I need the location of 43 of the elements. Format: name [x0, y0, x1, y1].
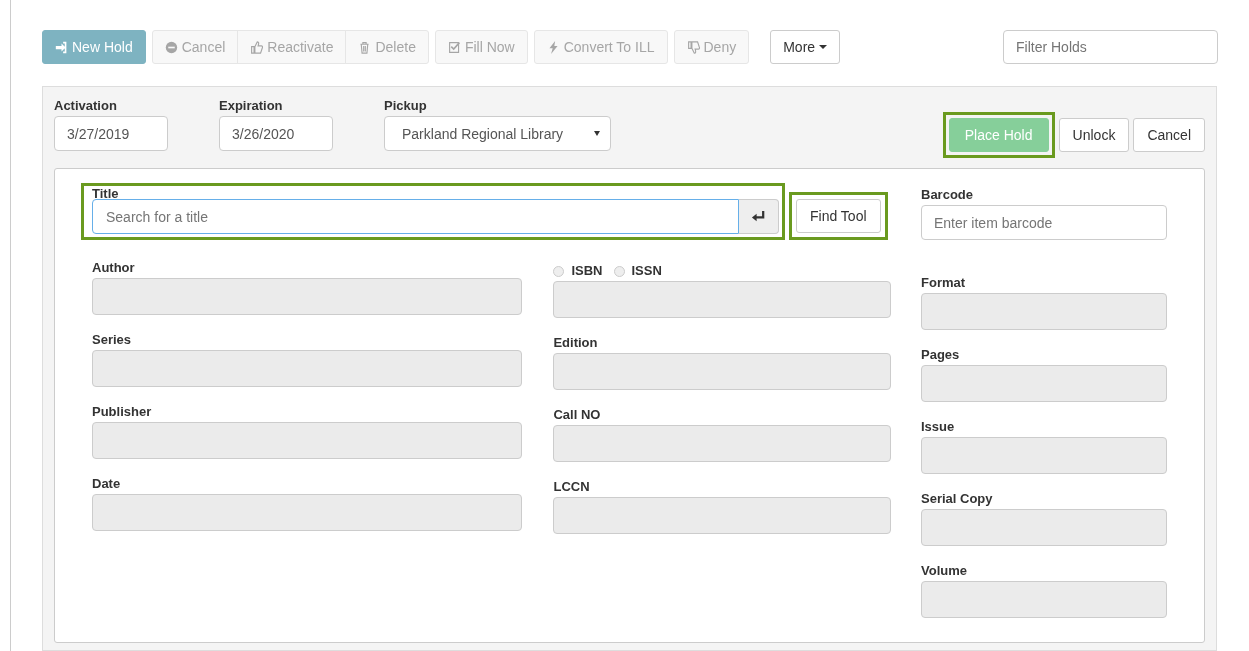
title-search-field[interactable]: Search for a title	[92, 199, 739, 234]
radio-button[interactable]	[613, 265, 625, 277]
field-label: Title	[92, 186, 120, 202]
filter-field[interactable]: Filter Holds	[1003, 30, 1218, 64]
dropdown-arrow-icon	[594, 131, 600, 136]
field-label: Pickup	[384, 98, 428, 114]
thumbs-down-icon	[686, 40, 700, 54]
field-label: LCCN	[553, 479, 591, 495]
pickup-select[interactable]: Parkland Regional Library	[384, 116, 611, 151]
field-label: Volume	[921, 563, 968, 579]
unlock-button[interactable]: Unlock	[1058, 118, 1130, 152]
enter-icon	[751, 209, 766, 224]
caret-icon	[819, 45, 828, 49]
find-tool-button[interactable]: Find Tool	[796, 199, 881, 233]
trash-icon	[358, 40, 372, 54]
field-label: Barcode	[921, 187, 975, 203]
field-label: Publisher	[92, 404, 153, 420]
radio-label: ISSN	[631, 263, 662, 279]
field-label: Expiration	[219, 98, 284, 114]
sign-in-icon	[55, 40, 68, 54]
checkbox-icon	[447, 40, 461, 54]
field-label: Call NO	[553, 407, 602, 423]
field-label: Edition	[553, 335, 599, 351]
field-label: Date	[92, 476, 122, 492]
thumbs-up-icon	[250, 40, 264, 54]
field-label: Issue	[921, 419, 956, 435]
more-dropdown-button[interactable]: More	[770, 30, 841, 64]
cancel-button[interactable]: Cancel	[1133, 118, 1205, 152]
expiration-date-field[interactable]: 3/26/2020	[219, 116, 333, 151]
radio-label: ISBN	[571, 263, 603, 279]
enter-button[interactable]	[739, 199, 779, 234]
field-label: Serial Copy	[921, 491, 994, 507]
barcode-field[interactable]: Enter item barcode	[921, 205, 1167, 240]
radio-button[interactable]	[553, 265, 565, 277]
field-label: Author	[92, 260, 136, 276]
field-label: Series	[92, 332, 133, 348]
toolbar-button[interactable]: New Hold	[42, 30, 146, 64]
field-label: Pages	[921, 347, 961, 363]
field-label: Activation	[54, 98, 118, 114]
minus-circle-icon	[164, 40, 178, 54]
place-hold-button[interactable]: Place Hold	[948, 118, 1049, 152]
activation-date-field[interactable]: 3/27/2019	[54, 116, 168, 151]
field-label: Format	[921, 275, 967, 291]
